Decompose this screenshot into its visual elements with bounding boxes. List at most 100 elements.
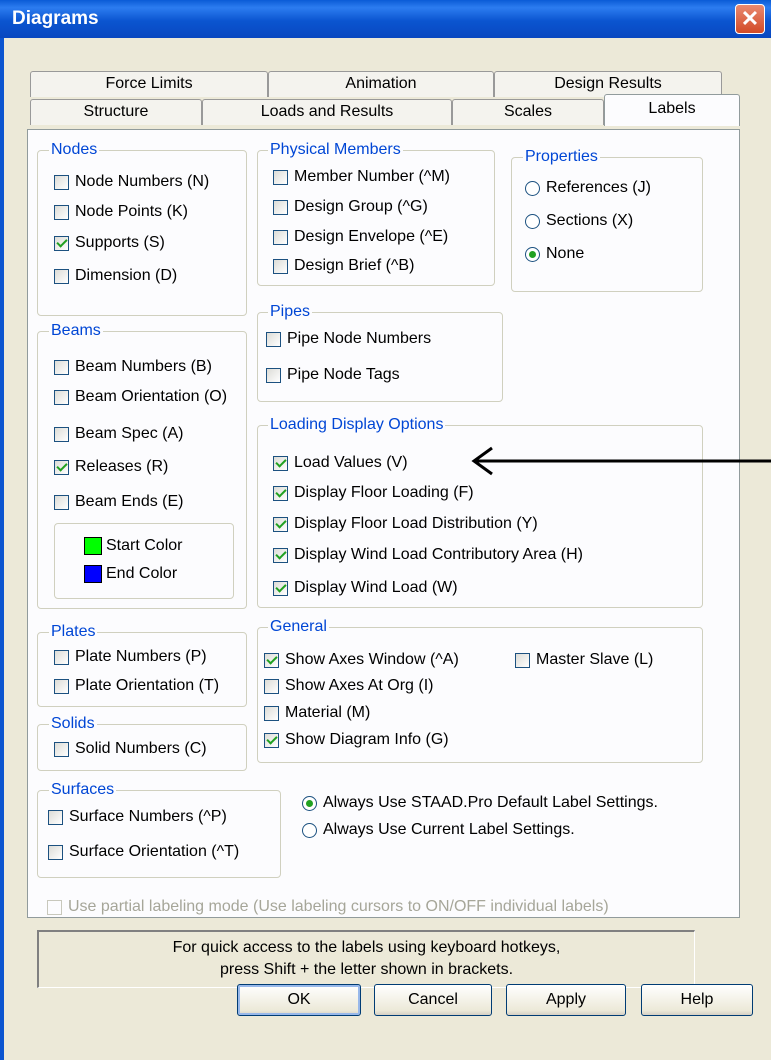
end-color-button[interactable]: End Color <box>84 563 177 585</box>
radio-circle[interactable] <box>302 822 317 838</box>
close-button[interactable]: ✕ <box>735 4 765 34</box>
beam-ends-checkbox[interactable]: Beam Ends (E) <box>54 491 183 513</box>
node-numbers-checkbox[interactable]: Node Numbers (N) <box>54 171 209 193</box>
tab-structure[interactable]: Structure <box>30 99 202 125</box>
checkbox-box[interactable] <box>54 426 69 442</box>
radio-label: None <box>546 245 585 262</box>
close-icon: ✕ <box>740 6 760 31</box>
checkbox-label: Display Floor Load Distribution (Y) <box>294 515 538 532</box>
beam-orientation-checkbox[interactable]: Beam Orientation (O) <box>54 386 227 408</box>
current-label-settings-radio[interactable]: Always Use Current Label Settings. <box>302 819 575 841</box>
radio-circle[interactable] <box>525 213 540 229</box>
checkbox-label: Show Axes Window (^A) <box>285 651 459 668</box>
radio-label: Always Use Current Label Settings. <box>323 821 575 838</box>
beam-numbers-checkbox[interactable]: Beam Numbers (B) <box>54 356 212 378</box>
checkbox-box[interactable] <box>54 359 69 375</box>
radio-circle[interactable] <box>525 180 540 196</box>
sections-radio[interactable]: Sections (X) <box>525 210 633 232</box>
dialog-title: Diagrams <box>12 8 99 29</box>
apply-button[interactable]: Apply <box>506 984 626 1016</box>
checkbox-label: Master Slave (L) <box>536 651 654 668</box>
checkbox-label: Beam Spec (A) <box>75 425 184 442</box>
title-bar[interactable]: Diagrams ✕ <box>0 0 771 38</box>
dimension-checkbox[interactable]: Dimension (D) <box>54 265 177 287</box>
solid-numbers-checkbox[interactable]: Solid Numbers (C) <box>54 738 207 760</box>
display-floor-loading-checkbox[interactable]: Display Floor Loading (F) <box>273 482 474 504</box>
end-color-swatch[interactable] <box>84 565 102 583</box>
checkbox-box[interactable] <box>264 705 279 721</box>
pipe-node-numbers-checkbox[interactable]: Pipe Node Numbers <box>266 328 431 350</box>
checkbox-box[interactable] <box>54 741 69 757</box>
surface-orientation-checkbox[interactable]: Surface Orientation (^T) <box>48 841 239 863</box>
end-color-label: End Color <box>106 565 178 582</box>
radio-circle[interactable] <box>302 795 317 811</box>
checkbox-box[interactable] <box>48 809 63 825</box>
design-brief-checkbox[interactable]: Design Brief (^B) <box>273 255 414 277</box>
start-color-swatch[interactable] <box>84 537 102 555</box>
tab-scales[interactable]: Scales <box>452 99 604 125</box>
checkbox-box[interactable] <box>273 547 288 563</box>
checkbox-box[interactable] <box>273 485 288 501</box>
default-label-settings-radio[interactable]: Always Use STAAD.Pro Default Label Setti… <box>302 792 658 814</box>
references-radio[interactable]: References (J) <box>525 177 651 199</box>
load-values-checkbox[interactable]: Load Values (V) <box>273 452 408 474</box>
help-button[interactable]: Help <box>641 984 753 1016</box>
checkbox-box[interactable] <box>273 580 288 596</box>
checkbox-label: Design Group (^G) <box>294 198 428 215</box>
checkbox-label: Plate Numbers (P) <box>75 648 207 665</box>
checkbox-box[interactable] <box>515 652 530 668</box>
display-wind-load-contributory-area-checkbox[interactable]: Display Wind Load Contributory Area (H) <box>273 544 583 566</box>
checkbox-box[interactable] <box>273 199 288 215</box>
checkbox-box[interactable] <box>54 235 69 251</box>
supports-checkbox[interactable]: Supports (S) <box>54 232 165 254</box>
surface-numbers-checkbox[interactable]: Surface Numbers (^P) <box>48 806 227 828</box>
checkbox-box[interactable] <box>264 732 279 748</box>
show-axes-window-checkbox[interactable]: Show Axes Window (^A) <box>264 649 459 671</box>
checkbox-box[interactable] <box>54 389 69 405</box>
beam-spec-checkbox[interactable]: Beam Spec (A) <box>54 423 183 445</box>
checkbox-box[interactable] <box>54 268 69 284</box>
checkbox-box[interactable] <box>264 678 279 694</box>
plate-orientation-checkbox[interactable]: Plate Orientation (T) <box>54 675 219 697</box>
tab-labels[interactable]: Labels <box>604 94 740 126</box>
checkbox-box[interactable] <box>273 516 288 532</box>
checkbox-box[interactable] <box>54 204 69 220</box>
checkbox-box[interactable] <box>273 169 288 185</box>
checkbox-label: Beam Orientation (O) <box>75 388 228 405</box>
checkbox-box[interactable] <box>54 494 69 510</box>
checkbox-box[interactable] <box>54 649 69 665</box>
checkbox-label: Display Wind Load (W) <box>294 579 458 596</box>
display-wind-load-checkbox[interactable]: Display Wind Load (W) <box>273 577 458 599</box>
start-color-button[interactable]: Start Color <box>84 535 182 557</box>
material-checkbox[interactable]: Material (M) <box>264 702 370 724</box>
checkbox-box[interactable] <box>54 678 69 694</box>
checkbox-box[interactable] <box>54 174 69 190</box>
tab-animation[interactable]: Animation <box>268 71 494 97</box>
checkbox-box[interactable] <box>273 258 288 274</box>
master-slave-checkbox[interactable]: Master Slave (L) <box>515 649 653 671</box>
design-group-checkbox[interactable]: Design Group (^G) <box>273 196 428 218</box>
show-diagram-info-checkbox[interactable]: Show Diagram Info (G) <box>264 729 449 751</box>
checkbox-box[interactable] <box>48 844 63 860</box>
plate-numbers-checkbox[interactable]: Plate Numbers (P) <box>54 646 207 668</box>
tab-force-limits[interactable]: Force Limits <box>30 71 268 97</box>
member-number-checkbox[interactable]: Member Number (^M) <box>273 166 450 188</box>
tab-loads-and-results[interactable]: Loads and Results <box>202 99 452 125</box>
ok-button[interactable]: OK <box>237 984 361 1016</box>
node-points-checkbox[interactable]: Node Points (K) <box>54 201 188 223</box>
show-axes-at-org-checkbox[interactable]: Show Axes At Org (I) <box>264 675 434 697</box>
cancel-button[interactable]: Cancel <box>374 984 492 1016</box>
releases-checkbox[interactable]: Releases (R) <box>54 456 168 478</box>
display-floor-load-distribution-checkbox[interactable]: Display Floor Load Distribution (Y) <box>273 513 538 535</box>
pipe-node-tags-checkbox[interactable]: Pipe Node Tags <box>266 364 400 386</box>
checkbox-box[interactable] <box>266 367 281 383</box>
radio-circle[interactable] <box>525 246 540 262</box>
checkbox-box[interactable] <box>273 455 288 471</box>
checkbox-box[interactable] <box>54 459 69 475</box>
checkbox-box[interactable] <box>266 331 281 347</box>
checkbox-box[interactable] <box>273 229 288 245</box>
checkbox-label: Show Diagram Info (G) <box>285 731 449 748</box>
design-envelope-checkbox[interactable]: Design Envelope (^E) <box>273 226 448 248</box>
none-radio[interactable]: None <box>525 243 584 265</box>
checkbox-box[interactable] <box>264 652 279 668</box>
